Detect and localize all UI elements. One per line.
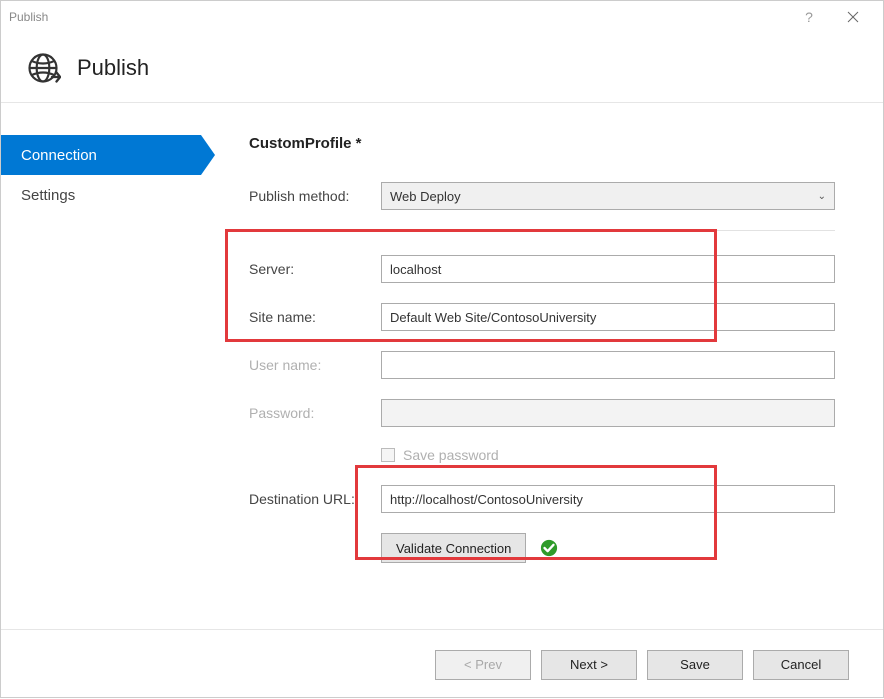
help-button[interactable]: ?: [787, 1, 831, 33]
prev-button: < Prev: [435, 650, 531, 680]
destination-url-label: Destination URL:: [249, 491, 381, 507]
page-title: Publish: [77, 55, 149, 81]
site-name-label: Site name:: [249, 309, 381, 325]
save-password-label: Save password: [403, 447, 499, 463]
user-name-label: User name:: [249, 357, 381, 373]
validate-connection-label: Validate Connection: [396, 541, 511, 556]
nav-settings-label: Settings: [21, 187, 75, 204]
password-label: Password:: [249, 405, 381, 421]
cancel-button[interactable]: Cancel: [753, 650, 849, 680]
save-label: Save: [680, 657, 710, 672]
cancel-label: Cancel: [781, 657, 821, 672]
window-title: Publish: [9, 10, 787, 24]
save-button[interactable]: Save: [647, 650, 743, 680]
profile-name: CustomProfile *: [249, 135, 835, 152]
next-button[interactable]: Next >: [541, 650, 637, 680]
prev-label: < Prev: [464, 657, 502, 672]
nav-connection-label: Connection: [21, 147, 97, 164]
divider: [249, 230, 835, 231]
sidebar: Connection Settings: [1, 103, 201, 629]
password-input[interactable]: [381, 399, 835, 427]
site-name-input[interactable]: [381, 303, 835, 331]
content: CustomProfile * Publish method: Web Depl…: [201, 103, 883, 629]
user-name-input[interactable]: [381, 351, 835, 379]
next-label: Next >: [570, 657, 608, 672]
validate-connection-button[interactable]: Validate Connection: [381, 533, 526, 563]
header: Publish: [1, 33, 883, 103]
close-button[interactable]: [831, 1, 875, 33]
publish-method-label: Publish method:: [249, 188, 381, 204]
destination-url-input[interactable]: [381, 485, 835, 513]
publish-globe-icon: [25, 50, 61, 86]
nav-connection[interactable]: Connection: [1, 135, 201, 175]
footer: < Prev Next > Save Cancel: [1, 629, 883, 699]
publish-method-select[interactable]: Web Deploy ⌄: [381, 182, 835, 210]
nav-settings[interactable]: Settings: [1, 175, 201, 215]
server-input[interactable]: [381, 255, 835, 283]
success-check-icon: [540, 539, 558, 557]
close-icon: [847, 11, 859, 23]
publish-method-value: Web Deploy: [390, 189, 461, 204]
server-label: Server:: [249, 261, 381, 277]
titlebar: Publish ?: [1, 1, 883, 33]
chevron-down-icon: ⌄: [818, 191, 826, 202]
save-password-checkbox[interactable]: [381, 448, 395, 462]
